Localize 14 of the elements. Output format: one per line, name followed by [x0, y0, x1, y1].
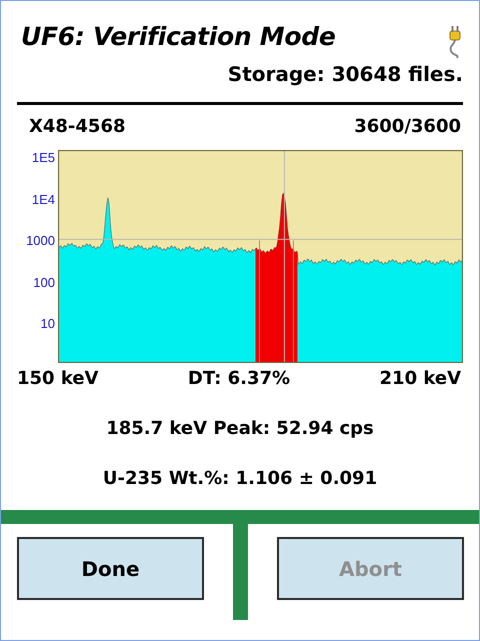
storage-status: Storage: 30648 files. — [228, 61, 463, 87]
sample-id: X48-4568 — [29, 115, 126, 139]
energy-min-label: 150 keV — [17, 367, 98, 391]
energy-max-label: 210 keV — [380, 367, 461, 391]
dead-time-label: DT: 6.37% — [188, 367, 290, 391]
axis-tick-label: 100 — [33, 274, 55, 290]
axis-tick-label: 1000 — [26, 233, 55, 248]
axis-tick-label: 1E5 — [32, 150, 55, 165]
enrichment-readout: U-235 Wt.%: 1.106 ± 0.091 — [102, 467, 378, 491]
peak-readout: 185.7 keV Peak: 52.94 cps — [106, 417, 374, 441]
axis-tick-label: 1E4 — [32, 192, 55, 206]
done-button[interactable]: Done — [17, 537, 204, 600]
axis-tick-label: 10 — [40, 316, 55, 331]
window-title: UF6: Verification Mode — [21, 21, 336, 53]
